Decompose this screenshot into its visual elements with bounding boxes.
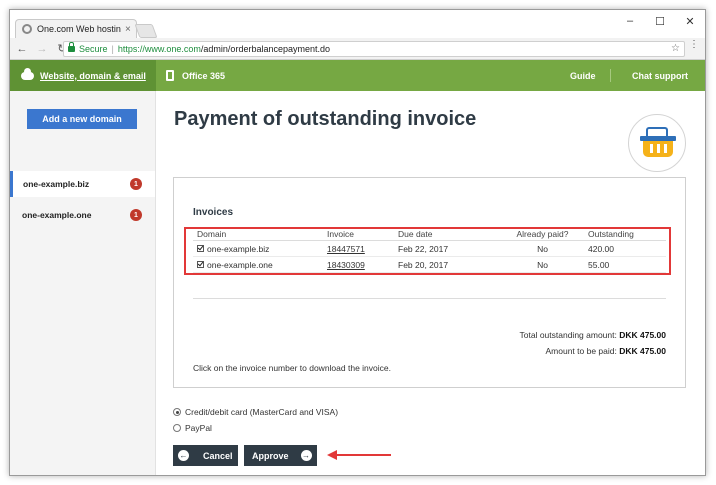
top-navigation: Website, domain & email Office 365 Guide… xyxy=(10,60,705,91)
cancel-label: Cancel xyxy=(203,450,233,461)
chat-support-link[interactable]: Chat support xyxy=(632,60,688,91)
favicon-icon xyxy=(22,24,32,34)
page-title: Payment of outstanding invoice xyxy=(174,108,477,130)
domain-name: one-example.one xyxy=(22,210,92,220)
divider xyxy=(193,298,666,299)
payment-option-paypal[interactable]: PayPal xyxy=(173,423,212,433)
arrow-left-icon: ← xyxy=(178,450,189,461)
cancel-button[interactable]: ← Cancel xyxy=(173,445,238,466)
bookmark-star-icon[interactable]: ☆ xyxy=(671,43,680,54)
url-host: https://www.one.com xyxy=(117,44,201,54)
guide-link[interactable]: Guide xyxy=(570,60,596,91)
close-window-button[interactable]: ✕ xyxy=(675,10,705,32)
forward-button[interactable]: → xyxy=(34,43,50,55)
paypal-option-label: PayPal xyxy=(185,423,212,433)
paypal-radio[interactable] xyxy=(173,424,181,432)
lock-icon xyxy=(68,42,75,52)
total-label: Total outstanding amount: xyxy=(519,330,617,340)
office-icon xyxy=(166,70,174,81)
approve-button[interactable]: Approve → xyxy=(244,445,317,466)
topay-label: Amount to be paid: xyxy=(545,346,617,356)
domain-name: one-example.biz xyxy=(23,179,90,189)
basket-icon xyxy=(628,114,686,172)
maximize-button[interactable]: ☐ xyxy=(645,10,675,32)
notification-badge: 1 xyxy=(130,209,142,221)
website-domain-email-nav[interactable]: Website, domain & email xyxy=(10,60,156,91)
tab-title: One.com Web hosting xyxy=(37,24,121,34)
arrow-right-icon: → xyxy=(300,450,312,461)
office-nav-label: Office 365 xyxy=(182,70,226,81)
topay-value: DKK 475.00 xyxy=(619,346,666,356)
invoices-heading: Invoices xyxy=(193,207,234,218)
amount-to-pay: Amount to be paid: DKK 475.00 xyxy=(545,346,666,356)
card-option-label: Credit/debit card (MasterCard and VISA) xyxy=(185,407,339,417)
header-divider xyxy=(610,69,611,82)
browser-tab[interactable]: One.com Web hosting × xyxy=(15,19,137,38)
notification-badge: 1 xyxy=(130,178,142,190)
highlight-annotation-box xyxy=(184,227,671,275)
new-tab-button[interactable] xyxy=(134,24,158,38)
sidebar: Add a new domain one-example.biz 1 one-e… xyxy=(10,91,156,475)
separator: | xyxy=(111,44,114,54)
sidebar-item-domain[interactable]: one-example.biz 1 xyxy=(10,171,155,197)
tab-close-icon[interactable]: × xyxy=(125,24,131,35)
back-button[interactable]: ← xyxy=(14,43,30,55)
address-bar[interactable]: Secure | https://www.one.com /admin/orde… xyxy=(63,41,685,57)
add-domain-button[interactable]: Add a new domain xyxy=(27,109,137,129)
title-bar: One.com Web hosting × – ☐ ✕ xyxy=(10,10,705,38)
website-nav-label: Website, domain & email xyxy=(40,70,146,81)
card-radio[interactable] xyxy=(173,408,181,416)
cloud-icon xyxy=(21,67,34,80)
browser-toolbar: ← → ↻ Secure | https://www.one.com /admi… xyxy=(10,38,705,60)
total-outstanding: Total outstanding amount: DKK 475.00 xyxy=(520,330,667,340)
browser-menu-icon[interactable]: ⋮ xyxy=(689,40,699,50)
browser-window: One.com Web hosting × – ☐ ✕ ← → ↻ Secure… xyxy=(9,9,706,476)
minimize-button[interactable]: – xyxy=(615,10,645,32)
download-hint: Click on the invoice number to download … xyxy=(193,363,391,373)
secure-label: Secure xyxy=(79,44,108,54)
payment-option-card[interactable]: Credit/debit card (MasterCard and VISA) xyxy=(173,407,338,417)
approve-label: Approve xyxy=(252,450,289,461)
total-value: DKK 475.00 xyxy=(619,330,666,340)
sidebar-item-domain[interactable]: one-example.one 1 xyxy=(10,202,155,228)
invoices-panel: Invoices Domain Invoice Due date Already… xyxy=(173,177,686,388)
red-arrow-annotation xyxy=(327,450,391,460)
window-controls: – ☐ ✕ xyxy=(615,10,705,32)
office365-nav[interactable]: Office 365 xyxy=(166,60,225,91)
url-path: /admin/orderbalancepayment.do xyxy=(200,44,331,54)
